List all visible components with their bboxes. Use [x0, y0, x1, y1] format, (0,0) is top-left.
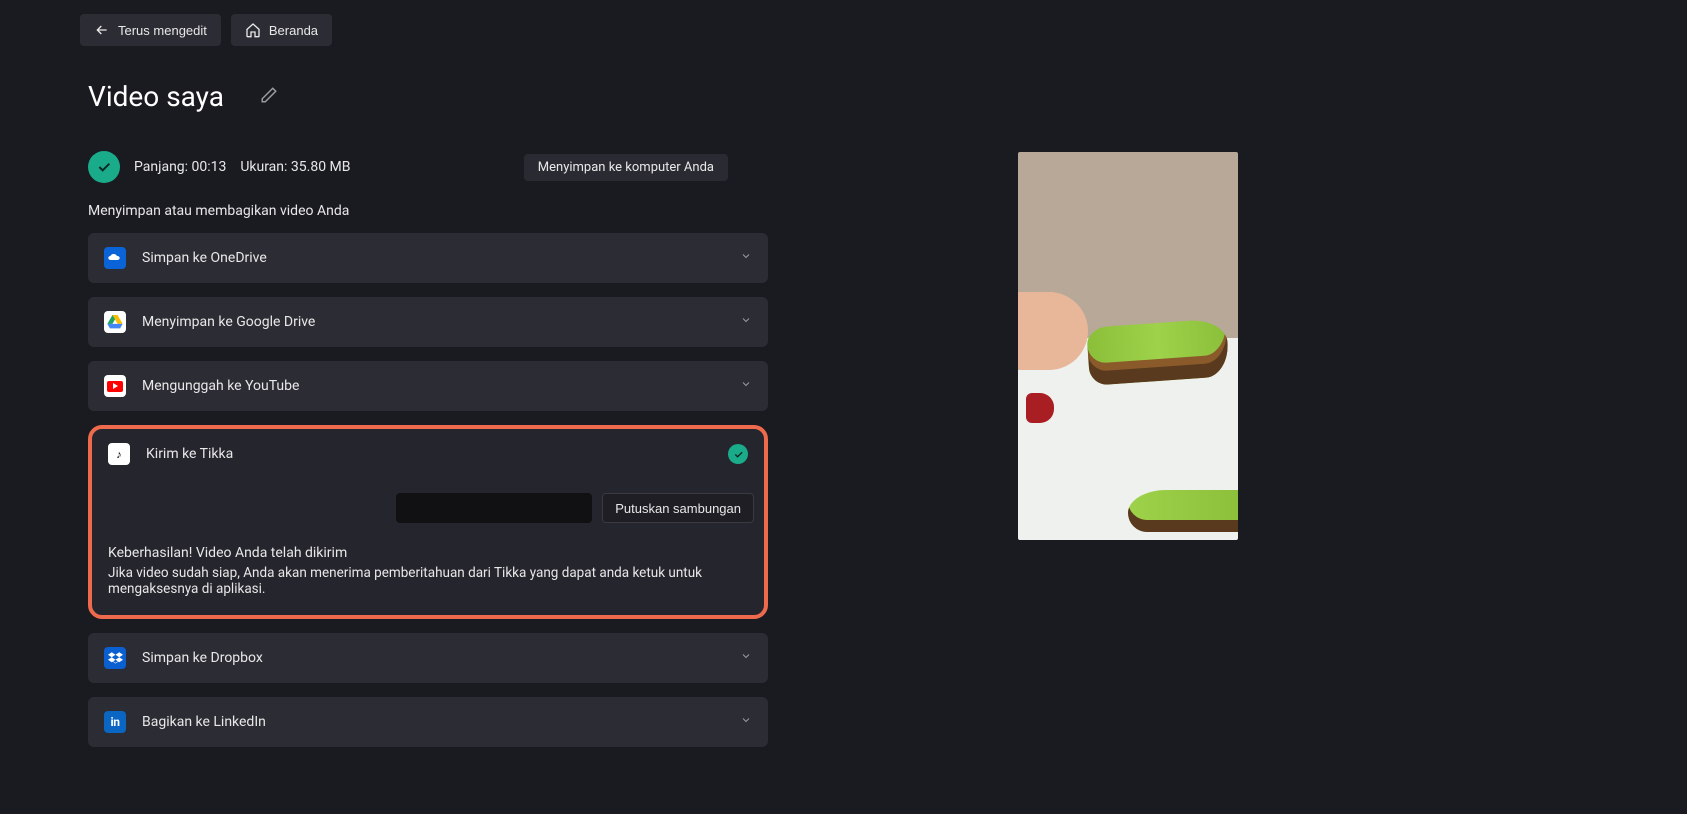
preview-illustration: [1087, 318, 1231, 386]
video-meta: Panjang: 00:13 Ukuran: 35.80 MB: [134, 159, 351, 175]
tiktok-icon: ♪: [108, 443, 130, 465]
chevron-down-icon: [740, 314, 752, 330]
success-check-icon: [728, 444, 748, 464]
onedrive-icon: [104, 247, 126, 269]
edit-title-icon[interactable]: [260, 86, 278, 108]
share-onedrive-label: Simpan ke OneDrive: [142, 250, 267, 266]
preview-illustration: [1026, 393, 1054, 423]
share-dropbox-label: Simpan ke Dropbox: [142, 650, 263, 666]
chevron-down-icon: [740, 714, 752, 730]
saving-status: Menyimpan ke komputer Anda: [524, 154, 728, 181]
share-onedrive[interactable]: Simpan ke OneDrive: [88, 233, 768, 283]
tiktok-success-title: Keberhasilan! Video Anda telah dikirim: [108, 545, 748, 561]
home-icon: [245, 22, 261, 38]
share-tiktok-expanded: ♪ Kirim ke Tikka Putuskan sambungan Kebe…: [88, 425, 768, 619]
share-heading: Menyimpan atau membagikan video Anda: [88, 203, 768, 219]
chevron-down-icon: [740, 650, 752, 666]
linkedin-icon: in: [104, 711, 126, 733]
length-value: 00:13: [192, 159, 227, 175]
continue-editing-label: Terus mengedit: [118, 23, 207, 38]
home-label: Beranda: [269, 23, 318, 38]
youtube-icon: [104, 375, 126, 397]
continue-editing-button[interactable]: Terus mengedit: [80, 14, 221, 46]
share-youtube[interactable]: Mengunggah ke YouTube: [88, 361, 768, 411]
arrow-left-icon: [94, 22, 110, 38]
tiktok-success-body: Jika video sudah siap, Anda akan menerim…: [108, 565, 748, 597]
export-status-row: Panjang: 00:13 Ukuran: 35.80 MB Menyimpa…: [88, 151, 768, 183]
dropbox-icon: [104, 647, 126, 669]
length-label: Panjang:: [134, 159, 188, 175]
disconnect-button[interactable]: Putuskan sambungan: [602, 493, 754, 523]
page-title: Video saya: [88, 80, 224, 113]
tiktok-account-field[interactable]: [396, 493, 592, 523]
preview-illustration: [1128, 490, 1238, 532]
share-youtube-label: Mengunggah ke YouTube: [142, 378, 299, 394]
gdrive-icon: [104, 311, 126, 333]
preview-illustration: [1018, 292, 1088, 370]
check-circle-icon: [88, 151, 120, 183]
chevron-down-icon: [740, 378, 752, 394]
share-tiktok-label: Kirim ke Tikka: [146, 446, 233, 462]
video-preview-thumbnail[interactable]: [1018, 152, 1238, 540]
share-gdrive-label: Menyimpan ke Google Drive: [142, 314, 315, 330]
share-gdrive[interactable]: Menyimpan ke Google Drive: [88, 297, 768, 347]
top-nav: Terus mengedit Beranda: [0, 0, 1687, 46]
home-button[interactable]: Beranda: [231, 14, 332, 46]
chevron-down-icon: [740, 250, 752, 266]
share-dropbox[interactable]: Simpan ke Dropbox: [88, 633, 768, 683]
share-linkedin-label: Bagikan ke LinkedIn: [142, 714, 266, 730]
share-linkedin[interactable]: in Bagikan ke LinkedIn: [88, 697, 768, 747]
size-label: Ukuran:: [240, 159, 287, 175]
size-value: 35.80 MB: [291, 159, 351, 175]
